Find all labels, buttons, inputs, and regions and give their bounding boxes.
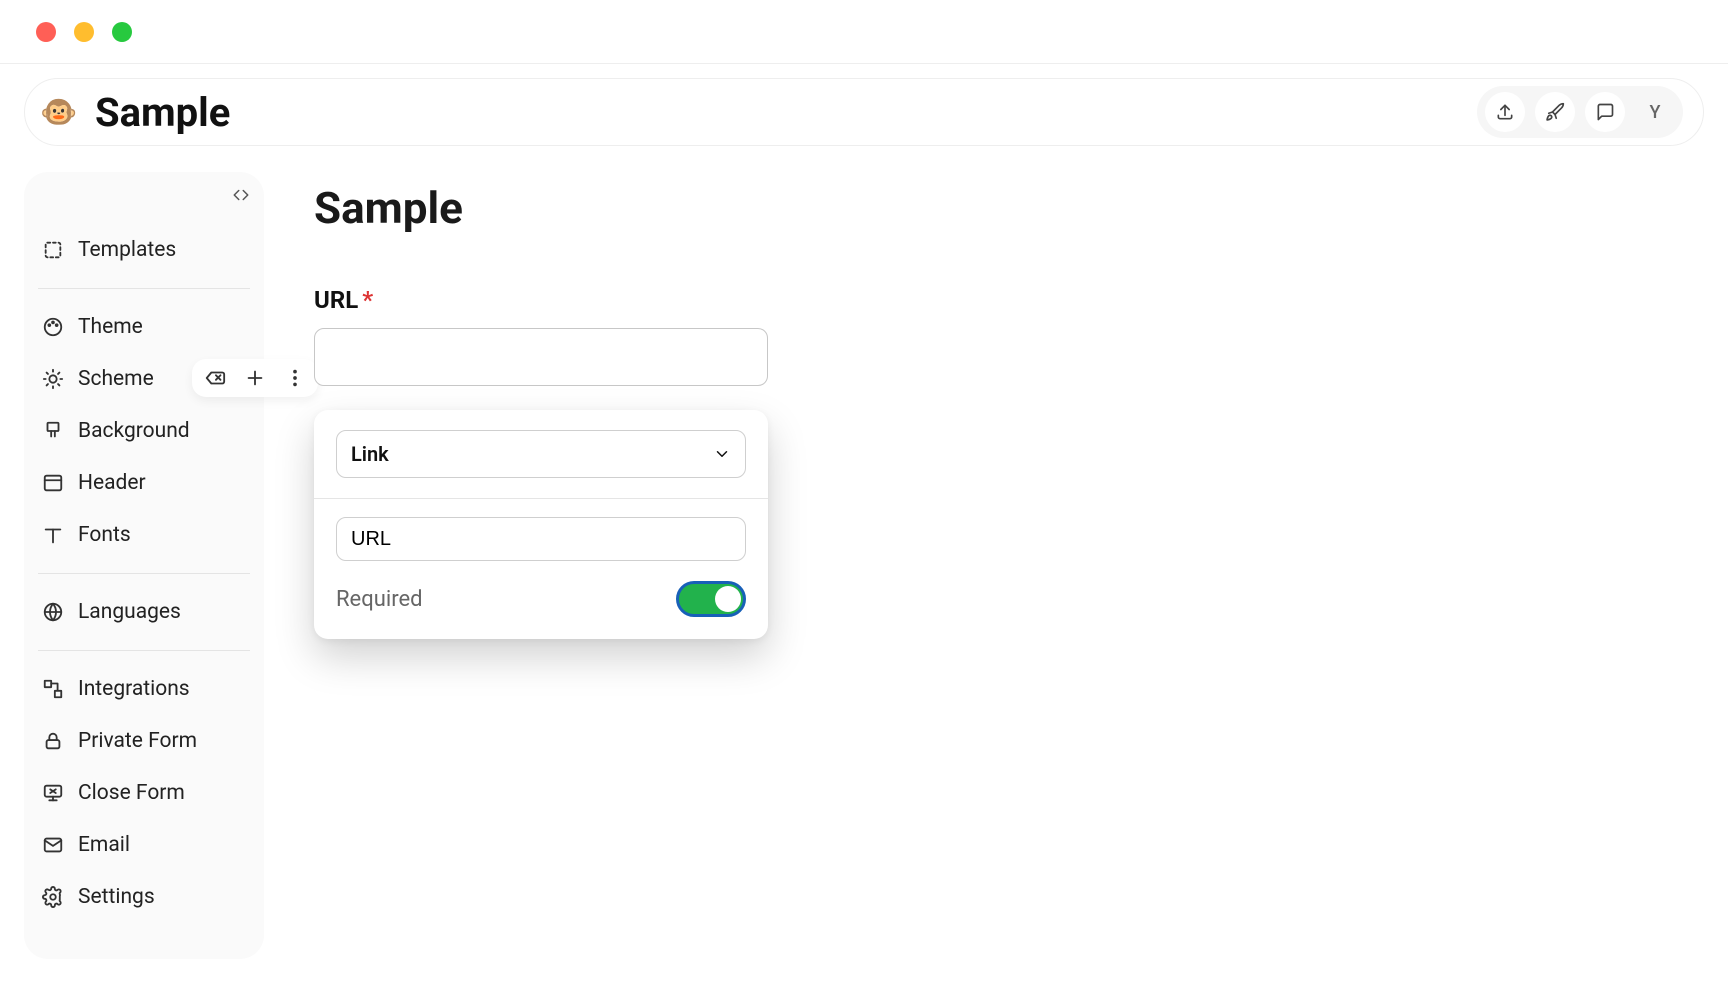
rocket-icon <box>1545 102 1565 122</box>
brightness-icon <box>42 368 64 390</box>
sidebar-item-label: Email <box>78 833 130 857</box>
required-row: Required <box>336 581 746 617</box>
templates-icon <box>42 239 64 261</box>
required-label: Required <box>336 587 423 612</box>
sidebar: Templates Theme Scheme <box>24 172 264 959</box>
upload-icon <box>1495 102 1515 122</box>
window-maximize-button[interactable] <box>112 22 132 42</box>
sidebar-item-settings[interactable]: Settings <box>38 871 250 923</box>
sidebar-item-theme[interactable]: Theme <box>38 301 250 353</box>
sidebar-item-label: Fonts <box>78 523 131 547</box>
sidebar-item-label: Theme <box>78 315 143 339</box>
more-icon[interactable] <box>284 367 306 389</box>
monitor-x-icon <box>42 782 64 804</box>
sidebar-item-integrations[interactable]: Integrations <box>38 663 250 715</box>
url-input[interactable] <box>314 328 768 386</box>
sidebar-item-fonts[interactable]: Fonts <box>38 509 250 561</box>
field-settings-popover: Link Required <box>314 410 768 639</box>
publish-button[interactable] <box>1535 92 1575 132</box>
add-icon[interactable] <box>244 367 266 389</box>
sidebar-item-languages[interactable]: Languages <box>38 586 250 638</box>
sidebar-item-label: Scheme <box>78 367 154 391</box>
mail-icon <box>42 834 64 856</box>
sidebar-item-private-form[interactable]: Private Form <box>38 715 250 767</box>
page-title: Sample <box>314 182 1704 234</box>
field-type-select[interactable]: Link <box>336 430 746 478</box>
delete-icon[interactable] <box>204 367 226 389</box>
url-field-label: URL* <box>314 286 1704 314</box>
url-label-text: URL <box>314 286 358 314</box>
chat-icon <box>1595 102 1615 122</box>
content-area: Sample URL* Link Required <box>314 172 1704 639</box>
required-toggle[interactable] <box>676 581 746 617</box>
chevrons-icon <box>232 186 250 204</box>
topbar: 🐵 Sample Y <box>24 78 1704 146</box>
lock-icon <box>42 730 64 752</box>
field-label-input[interactable] <box>336 517 746 561</box>
app-title: Sample <box>95 89 230 136</box>
layout-icon <box>42 472 64 494</box>
sidebar-item-label: Settings <box>78 885 155 909</box>
topbar-actions: Y <box>1477 86 1683 138</box>
chevron-down-icon <box>713 445 731 463</box>
window-controls <box>0 0 1728 64</box>
brush-icon <box>42 420 64 442</box>
window-close-button[interactable] <box>36 22 56 42</box>
sidebar-item-label: Private Form <box>78 729 197 753</box>
popover-divider <box>314 498 768 499</box>
scheme-row-actions <box>192 359 318 397</box>
window-minimize-button[interactable] <box>74 22 94 42</box>
field-type-selected-label: Link <box>351 442 389 466</box>
sidebar-item-scheme[interactable]: Scheme <box>38 353 250 405</box>
sidebar-item-header[interactable]: Header <box>38 457 250 509</box>
sidebar-item-background[interactable]: Background <box>38 405 250 457</box>
main-layout: Templates Theme Scheme <box>0 146 1728 959</box>
gear-icon <box>42 886 64 908</box>
sidebar-item-templates[interactable]: Templates <box>38 224 250 276</box>
palette-icon <box>42 316 64 338</box>
sidebar-item-email[interactable]: Email <box>38 819 250 871</box>
type-icon <box>42 524 64 546</box>
sidebar-item-label: Templates <box>78 238 176 262</box>
sidebar-item-label: Header <box>78 471 146 495</box>
sidebar-collapse-button[interactable] <box>232 186 250 204</box>
required-asterisk: * <box>362 286 373 314</box>
sidebar-item-label: Languages <box>78 600 181 624</box>
sidebar-item-label: Close Form <box>78 781 185 805</box>
share-button[interactable] <box>1485 92 1525 132</box>
user-avatar[interactable]: Y <box>1635 92 1675 132</box>
sidebar-item-close-form[interactable]: Close Form <box>38 767 250 819</box>
sidebar-item-label: Integrations <box>78 677 190 701</box>
comments-button[interactable] <box>1585 92 1625 132</box>
sidebar-item-label: Background <box>78 419 190 443</box>
globe-icon <box>42 601 64 623</box>
app-logo-icon: 🐵 <box>39 92 79 132</box>
integrations-icon <box>42 678 64 700</box>
